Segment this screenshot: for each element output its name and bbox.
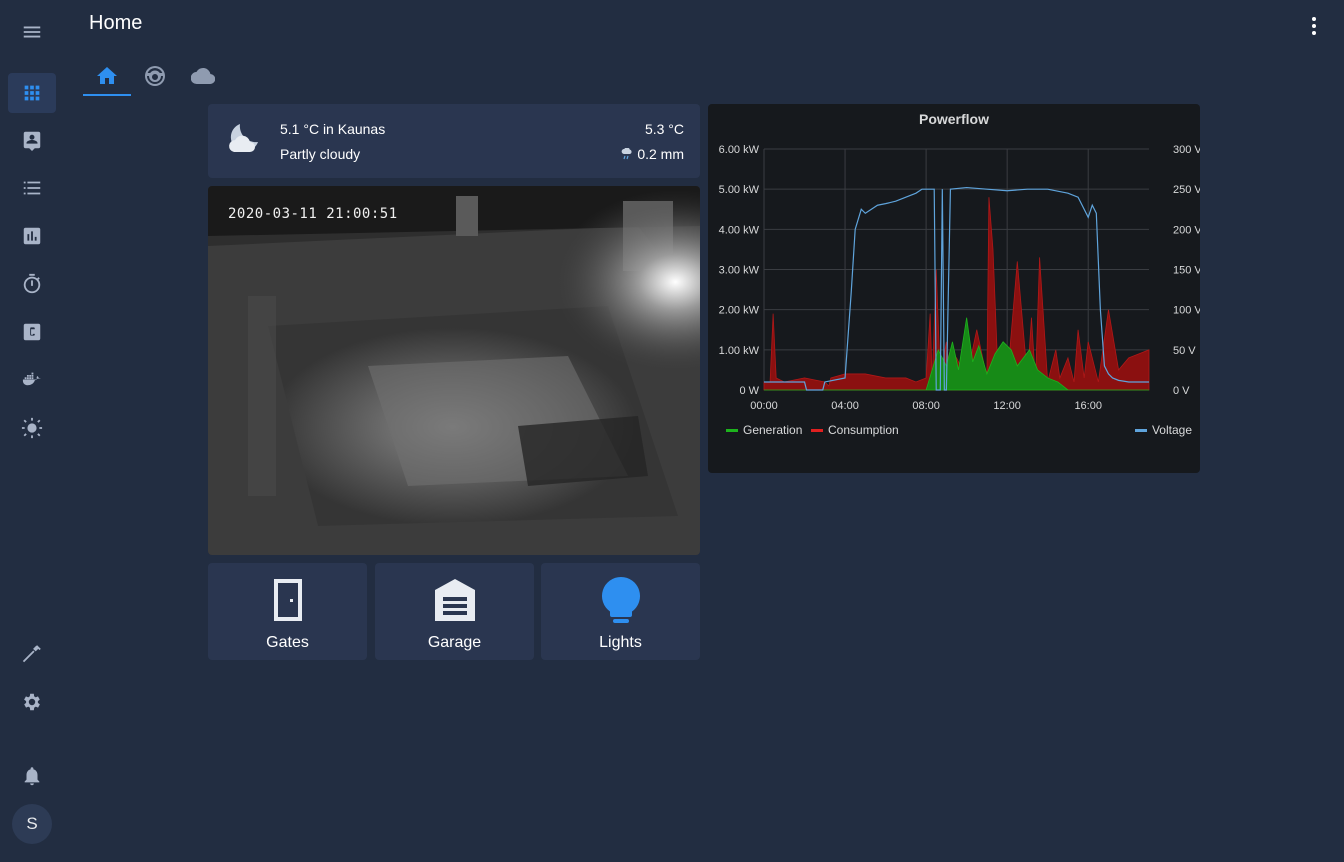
gear-icon [24, 693, 40, 711]
y-left-tick-label: 0 W [739, 385, 759, 397]
notifications-button[interactable] [8, 756, 56, 796]
x-tick-label: 08:00 [912, 400, 940, 412]
garage-button[interactable]: Garage [375, 563, 534, 660]
sidebar-item-history[interactable] [8, 216, 56, 256]
weather-card[interactable]: 5.1 °C in Kaunas Partly cloudy 5.3 °C 0.… [208, 104, 700, 178]
legend-voltage-swatch [1134, 428, 1147, 432]
robot-vacuum-icon [145, 66, 165, 86]
sun-icon [21, 417, 43, 439]
y-right-tick-label: 300 V [1173, 144, 1200, 156]
alpha-c-box-icon [23, 323, 41, 341]
legend-consumption-label: Consumption [828, 423, 899, 437]
sidebar-toggle-button[interactable] [8, 12, 56, 52]
weather-precipitation: 0.2 mm [621, 146, 684, 162]
y-left-tick-label: 1.00 kW [719, 345, 760, 357]
sidebar-item-developer-tools[interactable] [8, 634, 56, 674]
night-partly-cloudy-icon [229, 124, 258, 152]
avatar-initial: S [26, 814, 38, 833]
legend-generation-label: Generation [743, 423, 803, 437]
sidebar-item-sun[interactable] [8, 408, 56, 448]
y-left-tick-label: 4.00 kW [719, 224, 760, 236]
y-right-tick-label: 0 V [1173, 385, 1190, 397]
grid-icon [24, 85, 40, 101]
account-box-icon [23, 131, 41, 151]
overflow-menu-button[interactable] [1300, 12, 1328, 40]
hammer-icon [22, 645, 41, 663]
y-right-tick-label: 50 V [1173, 345, 1196, 357]
x-tick-label: 00:00 [750, 400, 778, 412]
camera-timestamp: 2020-03-11 21:00:51 [228, 206, 398, 222]
x-tick-label: 12:00 [993, 400, 1021, 412]
chart-bar-icon [23, 227, 41, 245]
garage-icon [434, 579, 475, 621]
home-icon [97, 67, 117, 84]
sidebar-item-logbook[interactable] [8, 168, 56, 208]
lights-label: Lights [599, 634, 642, 651]
legend-generation[interactable]: Generation [726, 423, 802, 437]
y-right-tick-label: 250 V [1173, 184, 1200, 196]
sidebar-item-timer[interactable] [8, 264, 56, 304]
hamburger-icon [23, 26, 41, 38]
weather-temperature: 5.3 °C [644, 121, 684, 137]
y-right-tick-label: 100 V [1173, 305, 1200, 317]
weather-temperature-location: 5.1 °C in Kaunas [280, 121, 386, 137]
legend-voltage-label: Voltage [1151, 423, 1192, 437]
legend-voltage[interactable]: Voltage [1134, 423, 1192, 437]
bell-icon [24, 767, 40, 786]
y-left-tick-label: 2.00 kW [719, 305, 760, 317]
y-left-tick-label: 3.00 kW [719, 265, 760, 277]
y-left-tick-label: 6.00 kW [719, 144, 760, 156]
tab-cloud[interactable] [179, 56, 227, 96]
sidebar: S [0, 0, 64, 862]
gates-label: Gates [266, 634, 309, 651]
legend-consumption-swatch [811, 428, 823, 432]
garage-label: Garage [427, 634, 482, 651]
door-icon [273, 579, 302, 621]
list-icon [23, 181, 41, 195]
sidebar-item-map[interactable] [8, 120, 56, 160]
rain-cloud-icon [621, 148, 632, 160]
camera-image [208, 186, 700, 555]
y-left-tick-label: 5.00 kW [719, 184, 760, 196]
legend-generation-swatch [726, 428, 738, 432]
gates-button[interactable]: Gates [208, 563, 367, 660]
powerflow-chart-svg: 0 W 0 V 1.00 kW 50 V 2.00 kW 100 V 3.00 kW 150 … [719, 144, 1200, 412]
tab-vacuum[interactable] [131, 56, 179, 96]
sidebar-item-overview[interactable] [8, 73, 56, 113]
x-tick-label: 04:00 [831, 400, 859, 412]
avatar[interactable]: S [12, 804, 52, 844]
precipitation-value: 0.2 mm [637, 146, 684, 162]
sidebar-item-codeserver[interactable] [8, 312, 56, 352]
docker-icon [22, 372, 41, 386]
timer-icon [23, 273, 41, 294]
lights-button[interactable]: Lights [541, 563, 700, 660]
lightbulb-icon [601, 577, 640, 623]
weather-condition: Partly cloudy [280, 146, 361, 162]
page-title: Home [89, 12, 143, 34]
legend-consumption[interactable]: Consumption [811, 423, 899, 437]
x-tick-label: 16:00 [1074, 400, 1102, 412]
cloud-icon [191, 67, 215, 85]
y-right-tick-label: 150 V [1173, 265, 1200, 277]
sidebar-item-portainer[interactable] [8, 360, 56, 400]
chart-title: Powerflow [918, 111, 989, 127]
tab-home[interactable] [83, 56, 131, 96]
powerflow-chart[interactable]: 0 W 0 V 1.00 kW 50 V 2.00 kW 100 V 3.00 kW 150 … [708, 104, 1200, 473]
sidebar-item-configuration[interactable] [8, 682, 56, 722]
dots-vertical-icon [1312, 17, 1316, 35]
y-right-tick-label: 200 V [1173, 224, 1200, 236]
camera-feed[interactable]: 2020-03-11 21:00:51 [208, 186, 700, 555]
